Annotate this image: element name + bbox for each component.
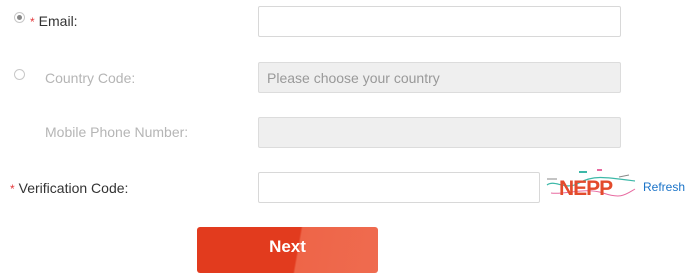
mobile-phone-label: Mobile Phone Number: xyxy=(45,124,189,140)
verification-label: * Verification Code: xyxy=(10,179,128,198)
email-label-text: Email: xyxy=(38,13,78,29)
country-select[interactable] xyxy=(258,62,621,93)
verification-label-text: Verification Code: xyxy=(18,180,129,196)
refresh-captcha-link[interactable]: Refresh xyxy=(643,180,685,194)
country-code-radio[interactable] xyxy=(14,69,25,80)
email-field[interactable] xyxy=(258,6,621,37)
verification-required-mark: * xyxy=(10,182,15,196)
country-code-label: Country Code: xyxy=(45,70,136,86)
mobile-phone-field[interactable] xyxy=(258,117,621,148)
verification-code-field[interactable] xyxy=(258,172,540,203)
email-required-mark: * xyxy=(30,15,35,29)
next-button[interactable]: Next xyxy=(197,227,378,273)
captcha-text: NEPP xyxy=(559,177,613,200)
captcha-image: NEPP xyxy=(546,169,636,200)
email-label: * Email: xyxy=(30,12,78,31)
email-radio[interactable] xyxy=(14,12,25,23)
